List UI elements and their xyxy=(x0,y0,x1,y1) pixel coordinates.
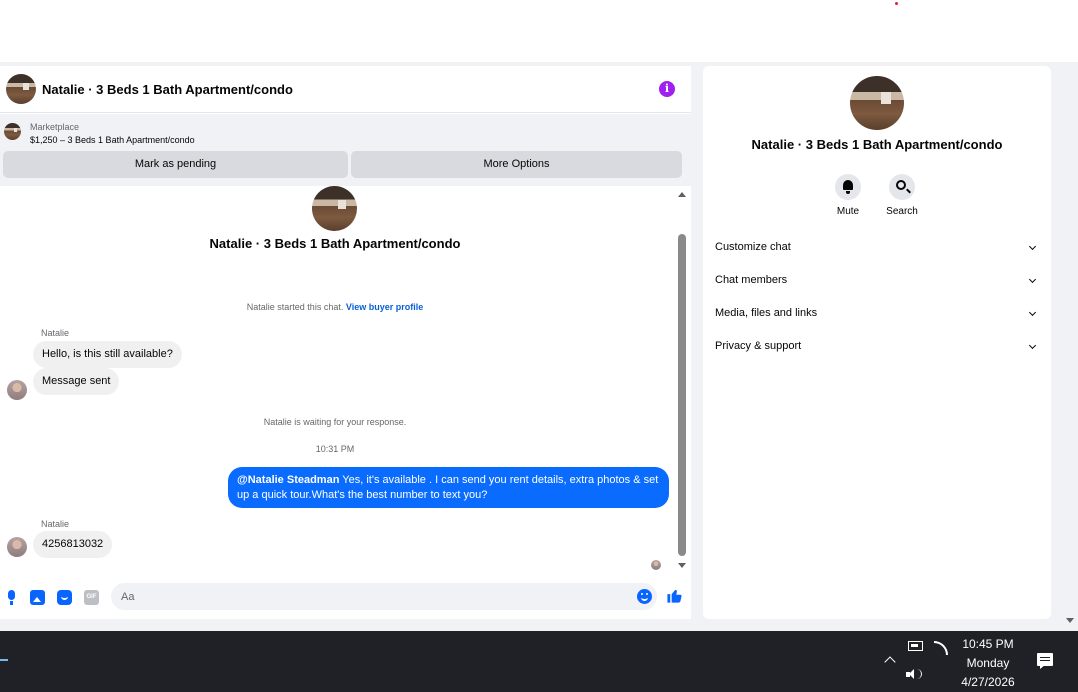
menu-row-label: Customize chat xyxy=(715,241,791,253)
mute-label: Mute xyxy=(836,206,860,217)
chevron-down-icon xyxy=(1028,308,1037,317)
listing-thumbnail[interactable] xyxy=(4,123,21,140)
info-icon[interactable]: i xyxy=(659,81,675,97)
chevron-down-icon xyxy=(1028,341,1037,350)
clock-day: Monday xyxy=(966,656,1010,670)
mute-button[interactable]: Mute xyxy=(823,174,873,217)
conversation-title: Natalie · 3 Beds 1 Bath Apartment/condo xyxy=(209,236,461,251)
page-scroll-down-arrow-icon[interactable] xyxy=(1066,618,1074,623)
notification-dot xyxy=(895,2,898,5)
search-icon xyxy=(896,180,906,190)
scroll-up-arrow-icon[interactable] xyxy=(678,192,686,197)
emoji-icon[interactable] xyxy=(637,589,652,604)
chat-info-panel: Natalie · 3 Beds 1 Bath Apartment/condo … xyxy=(703,66,1051,619)
bell-icon xyxy=(843,180,853,194)
chat-header: Natalie · 3 Beds 1 Bath Apartment/condo … xyxy=(0,66,691,113)
conversation-avatar[interactable] xyxy=(312,186,357,231)
chat-title[interactable]: Natalie · 3 Beds 1 Bath Apartment/condo xyxy=(42,82,293,97)
mention[interactable]: @Natalie Steadman xyxy=(237,474,339,486)
chevron-down-icon xyxy=(1028,275,1037,284)
privacy-support-row[interactable]: Privacy & support xyxy=(715,336,1039,356)
photo-icon[interactable] xyxy=(30,590,45,605)
info-avatar[interactable] xyxy=(850,76,904,130)
notification-center-icon[interactable] xyxy=(1037,653,1053,669)
more-options-button[interactable]: More Options xyxy=(351,151,682,178)
chat-started-notice: Natalie started this chat. View buyer pr… xyxy=(0,302,670,312)
chat-avatar[interactable] xyxy=(6,74,36,104)
menu-row-label: Privacy & support xyxy=(715,340,802,352)
menu-row-label: Chat members xyxy=(715,274,788,286)
thumbs-up-icon[interactable] xyxy=(666,587,683,604)
chat-panel: Natalie · 3 Beds 1 Bath Apartment/condo … xyxy=(0,66,691,619)
waiting-notice: Natalie is waiting for your response. xyxy=(263,417,407,427)
volume-waves-icon xyxy=(916,669,922,679)
sender-name: Natalie xyxy=(41,328,70,338)
mark-as-pending-button[interactable]: Mark as pending xyxy=(3,151,348,178)
menu-row-label: Media, files and links xyxy=(715,307,818,319)
seen-indicator-avatar xyxy=(651,560,661,570)
scroll-down-arrow-icon[interactable] xyxy=(678,563,686,568)
taskbar-active-indicator xyxy=(0,659,8,661)
sender-avatar[interactable] xyxy=(7,380,27,400)
wifi-icon[interactable] xyxy=(934,641,948,655)
show-hidden-icons-chevron-icon[interactable] xyxy=(884,656,896,668)
search-button[interactable]: Search xyxy=(877,174,927,217)
sender-name: Natalie xyxy=(41,519,70,529)
sender-avatar[interactable] xyxy=(7,537,27,557)
taskbar: 10:45 PM Monday 4/27/2026 xyxy=(0,631,1078,692)
gif-icon[interactable]: GIF xyxy=(84,590,99,605)
chat-started-text: Natalie started this chat. xyxy=(246,302,344,312)
message-composer: GIF xyxy=(0,578,691,619)
chat-scrollbar[interactable] xyxy=(677,188,687,568)
message-input[interactable] xyxy=(111,583,657,610)
chevron-down-icon xyxy=(1028,242,1037,251)
message-timestamp: 10:31 PM xyxy=(315,444,355,454)
customize-chat-row[interactable]: Customize chat xyxy=(715,237,1039,257)
browser-top-area xyxy=(0,0,1078,62)
marketplace-bar: Marketplace $1,250 – 3 Beds 1 Bath Apart… xyxy=(0,114,691,186)
info-title: Natalie · 3 Beds 1 Bath Apartment/condo xyxy=(751,137,1003,152)
incoming-message[interactable]: 4256813032 xyxy=(33,531,113,558)
scrollbar-thumb[interactable] xyxy=(678,234,686,556)
battery-icon[interactable] xyxy=(908,641,923,651)
microphone-icon[interactable] xyxy=(4,590,19,605)
volume-icon[interactable] xyxy=(906,669,916,679)
listing-summary[interactable]: $1,250 – 3 Beds 1 Bath Apartment/condo xyxy=(30,135,195,145)
media-files-links-row[interactable]: Media, files and links xyxy=(715,303,1039,323)
view-buyer-profile-link[interactable]: View buyer profile xyxy=(346,302,423,312)
chat-members-row[interactable]: Chat members xyxy=(715,270,1039,290)
message-list[interactable]: Natalie · 3 Beds 1 Bath Apartment/condo … xyxy=(0,186,691,578)
outgoing-message[interactable]: @Natalie Steadman Yes, it's available . … xyxy=(228,467,669,508)
sticker-icon[interactable] xyxy=(57,590,72,605)
clock-time: 10:45 PM xyxy=(962,637,1014,651)
marketplace-label: Marketplace xyxy=(30,122,80,132)
incoming-message[interactable]: Hello, is this still available? xyxy=(33,341,182,368)
system-clock[interactable]: 10:45 PM Monday 4/27/2026 xyxy=(952,635,1024,692)
clock-date: 4/27/2026 xyxy=(961,675,1015,689)
incoming-message[interactable]: Message sent xyxy=(33,368,120,395)
search-label: Search xyxy=(886,206,918,217)
